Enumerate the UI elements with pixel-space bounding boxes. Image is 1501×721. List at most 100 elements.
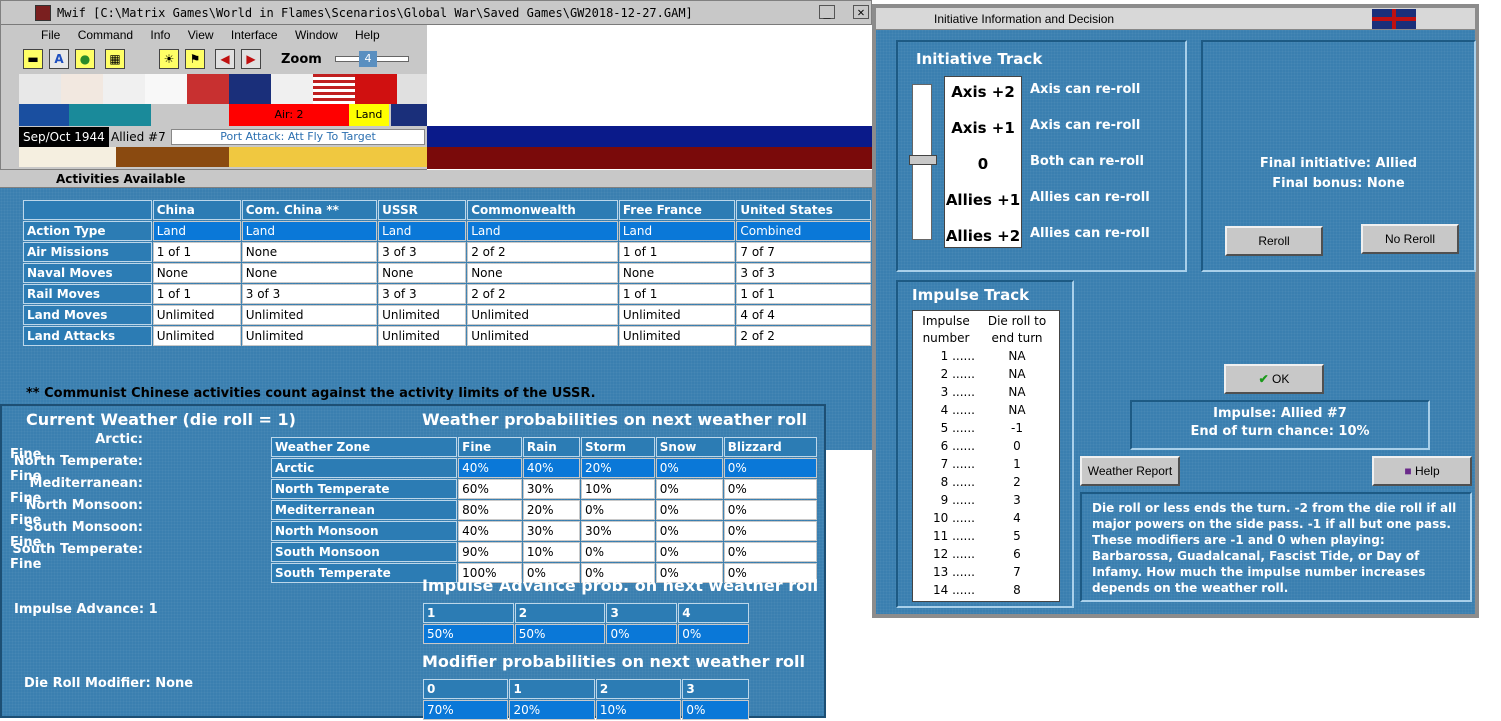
table-cell[interactable]: 0% <box>581 542 655 562</box>
menu-info[interactable]: Info <box>150 28 170 42</box>
table-row[interactable]: Action Type Land Land Land Land Land Combined <box>23 221 871 241</box>
table-cell[interactable]: 0% <box>723 458 817 478</box>
table-cell[interactable]: 0% <box>723 500 817 520</box>
table-cell[interactable]: 0% <box>723 521 817 541</box>
text-a-icon[interactable]: A <box>49 49 69 69</box>
flag-vichy-icon[interactable] <box>145 74 187 104</box>
table-row[interactable]: Land Moves Unlimited Unlimited Unlimited Unl… <box>23 305 871 325</box>
zoom-thumb[interactable]: 4 <box>359 51 377 67</box>
table-cell[interactable]: 0% <box>581 500 655 520</box>
initiative-slider[interactable] <box>909 84 937 240</box>
minimize-button[interactable]: _ <box>819 5 835 19</box>
table-cell[interactable]: 20% <box>509 700 595 720</box>
table-cell[interactable]: 20% <box>581 458 655 478</box>
table-cell[interactable]: None <box>467 263 618 283</box>
train-icon[interactable]: ▬ <box>23 49 43 69</box>
weather-report-button[interactable]: Weather Report <box>1080 456 1180 486</box>
table-cell[interactable]: 80% <box>458 500 522 520</box>
table-cell[interactable]: 0% <box>678 624 749 644</box>
flag-commonwealth-icon[interactable] <box>229 74 271 104</box>
table-cell[interactable]: Land <box>241 221 378 241</box>
arrow-right-icon[interactable]: ▶ <box>241 49 261 69</box>
table-cell[interactable]: Unlimited <box>241 326 378 346</box>
table-cell[interactable]: 30% <box>522 479 580 499</box>
table-cell[interactable]: Unlimited <box>378 326 467 346</box>
table-cell[interactable]: 3 of 3 <box>378 284 467 304</box>
table-row[interactable]: North Temperate 60% 30% 10% 0% 0% <box>271 479 817 499</box>
table-cell[interactable]: 50% <box>423 624 514 644</box>
table-row[interactable]: 70% 20% 10% 0% <box>423 700 749 720</box>
help-button[interactable]: ■ Help <box>1372 456 1472 486</box>
no-reroll-button[interactable]: No Reroll <box>1361 224 1459 254</box>
flag-germany-icon[interactable] <box>19 74 61 104</box>
table-cell[interactable]: Land <box>467 221 618 241</box>
table-cell[interactable]: 0% <box>682 700 749 720</box>
menu-command[interactable]: Command <box>78 28 133 42</box>
flag-free-france-icon[interactable] <box>271 74 313 104</box>
activities-title-bar[interactable]: Activities Available <box>0 170 872 188</box>
table-cell[interactable]: Unlimited <box>241 305 378 325</box>
table-cell[interactable]: 90% <box>458 542 522 562</box>
table-cell[interactable]: 0% <box>655 500 723 520</box>
menu-window[interactable]: Window <box>295 28 338 42</box>
settings-icon[interactable]: ● <box>75 49 95 69</box>
sun-icon[interactable]: ☀ <box>159 49 179 69</box>
table-row[interactable]: Air Missions 1 of 1 None 3 of 32 of 21 of 1… <box>23 242 871 262</box>
menu-view[interactable]: View <box>188 28 214 42</box>
table-cell[interactable]: Land <box>152 221 241 241</box>
table-cell[interactable]: Unlimited <box>618 305 736 325</box>
flag-uk-small-icon[interactable] <box>391 104 427 126</box>
table-cell[interactable]: 3 of 3 <box>736 263 871 283</box>
table-cell[interactable]: 2 of 2 <box>467 242 618 262</box>
close-icon[interactable]: ✕ <box>853 5 869 19</box>
flag-italy-icon[interactable] <box>61 74 103 104</box>
table-cell[interactable]: 0% <box>723 479 817 499</box>
table-row[interactable]: Mediterranean 80% 20% 0% 0% 0% <box>271 500 817 520</box>
main-title-bar[interactable]: Mwif [C:\Matrix Games\World in Flames\Sc… <box>1 1 871 25</box>
table-row[interactable]: Naval Moves None None None None None 3 of 3 <box>23 263 871 283</box>
menu-help[interactable]: Help <box>355 28 380 42</box>
table-cell[interactable]: Unlimited <box>378 305 467 325</box>
table-cell[interactable]: Unlimited <box>467 326 618 346</box>
table-cell[interactable]: Land <box>618 221 736 241</box>
table-cell[interactable]: 30% <box>581 521 655 541</box>
table-cell[interactable]: 0% <box>723 542 817 562</box>
menu-file[interactable]: File <box>41 28 60 42</box>
flag-japan-icon[interactable] <box>103 74 145 104</box>
table-row[interactable]: North Monsoon 40% 30% 30% 0% 0% <box>271 521 817 541</box>
table-cell[interactable]: 0% <box>655 521 723 541</box>
table-cell[interactable]: 0% <box>606 624 678 644</box>
table-cell[interactable]: 1 of 1 <box>618 242 736 262</box>
map-icon[interactable]: ▦ <box>105 49 125 69</box>
table-cell[interactable]: 1 of 1 <box>618 284 736 304</box>
table-cell[interactable]: Land <box>378 221 467 241</box>
table-row[interactable]: South Monsoon 90% 10% 0% 0% 0% <box>271 542 817 562</box>
table-cell[interactable]: 10% <box>581 479 655 499</box>
table-cell[interactable]: Unlimited <box>152 326 241 346</box>
flag-china-nationalist-icon[interactable] <box>397 74 427 104</box>
table-cell[interactable]: 2 of 2 <box>736 326 871 346</box>
table-row[interactable]: Rail Moves 1 of 13 of 33 of 32 of 21 of 1… <box>23 284 871 304</box>
app-icon[interactable] <box>35 5 51 21</box>
reroll-button[interactable]: Reroll <box>1225 226 1323 256</box>
table-cell[interactable]: Combined <box>736 221 871 241</box>
table-cell[interactable]: 20% <box>522 500 580 520</box>
table-cell[interactable]: 60% <box>458 479 522 499</box>
table-cell[interactable]: 1 of 1 <box>736 284 871 304</box>
flag-ussr-icon[interactable] <box>355 74 397 104</box>
table-cell[interactable]: 40% <box>458 458 522 478</box>
arrow-left-icon[interactable]: ◀ <box>215 49 235 69</box>
table-cell[interactable]: 40% <box>458 521 522 541</box>
map-view[interactable] <box>427 25 873 171</box>
table-cell[interactable]: 40% <box>522 458 580 478</box>
table-cell[interactable]: 70% <box>423 700 509 720</box>
initiative-slider-thumb[interactable] <box>909 155 937 165</box>
initiative-title-bar[interactable]: Initiative Information and Decision <box>876 8 1475 30</box>
ok-button[interactable]: ✔ OK <box>1224 364 1324 394</box>
table-cell[interactable]: 0% <box>655 458 723 478</box>
table-cell[interactable]: None <box>378 263 467 283</box>
table-cell[interactable]: None <box>241 242 378 262</box>
table-cell[interactable]: Unlimited <box>152 305 241 325</box>
table-cell[interactable]: 3 of 3 <box>241 284 378 304</box>
table-cell[interactable]: Unlimited <box>467 305 618 325</box>
